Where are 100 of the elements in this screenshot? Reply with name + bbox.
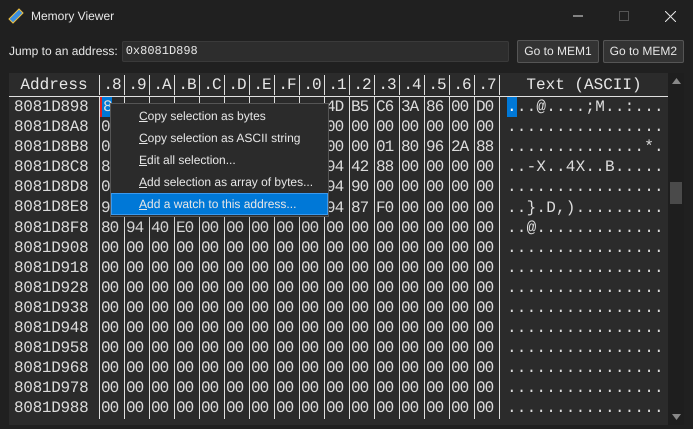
- hex-cell: 00: [275, 218, 294, 238]
- hex-cell: 00: [300, 338, 318, 358]
- hex-cell: 00: [225, 258, 244, 278]
- hex-cell: 00: [175, 338, 194, 358]
- hex-cell: 00: [100, 398, 118, 418]
- hex-cell: 00: [325, 358, 344, 378]
- hex-cell: 00: [350, 137, 368, 158]
- hex-cell: 00: [475, 378, 494, 398]
- ascii-text: ..}.D,).........: [507, 198, 664, 218]
- hex-cell: 00: [200, 278, 218, 298]
- hex-cell: 00: [175, 398, 194, 418]
- column-header: .F: [275, 74, 300, 94]
- menu-item[interactable]: Add a watch to this address...: [111, 193, 328, 215]
- address-field[interactable]: 0x8081D898: [122, 40, 510, 62]
- hex-cell: 00: [425, 177, 444, 198]
- hex-cell: 00: [200, 258, 218, 278]
- column-header: Address: [9, 74, 100, 94]
- hex-cell: 00: [250, 378, 268, 398]
- hex-cell: 00: [475, 298, 494, 318]
- ascii-text: ................: [507, 298, 664, 318]
- scroll-up-icon[interactable]: [672, 78, 680, 84]
- ascii-text: ................: [507, 398, 664, 418]
- hex-cell: 00: [475, 398, 494, 418]
- hex-cell: 00: [175, 298, 194, 318]
- column-header: .A: [150, 74, 175, 94]
- menu-item[interactable]: Copy selection as bytes: [111, 105, 328, 127]
- hex-cell: 00: [400, 258, 418, 278]
- scroll-down-icon[interactable]: [672, 414, 680, 420]
- hex-cell: 00: [275, 378, 294, 398]
- ascii-text: ................: [507, 177, 664, 198]
- hex-cell: 00: [450, 398, 468, 418]
- hex-cell: 00: [200, 378, 218, 398]
- hex-cell: 00: [425, 258, 444, 278]
- hex-cell: 87: [350, 198, 368, 218]
- hex-cell: 00: [475, 358, 494, 378]
- hex-cell: 00: [400, 157, 418, 178]
- address-cell: 8081D938: [9, 298, 100, 318]
- hex-cell: 00: [175, 278, 194, 298]
- hex-cell: 00: [275, 358, 294, 378]
- hex-cell: 00: [450, 238, 468, 258]
- hex-cell: 00: [450, 338, 468, 358]
- hex-cell: 00: [425, 157, 444, 178]
- hex-cell: 00: [325, 298, 344, 318]
- jump-label: Jump to an address:: [9, 43, 118, 60]
- hex-cell: 00: [300, 218, 318, 238]
- hex-cell: 00: [375, 278, 394, 298]
- hex-cell: 00: [350, 378, 368, 398]
- hex-cell: 01: [375, 137, 394, 158]
- hex-cell: 00: [300, 278, 318, 298]
- hex-cell: 00: [400, 338, 418, 358]
- hex-cell: 00: [150, 358, 168, 378]
- ascii-cursor: .: [507, 97, 517, 118]
- hex-cell: 00: [100, 378, 118, 398]
- hex-cell: 80: [400, 137, 418, 158]
- address-cell: 8081D8D8: [9, 177, 100, 198]
- app-icon: [8, 8, 24, 24]
- hex-cell: 00: [450, 258, 468, 278]
- hex-cell: 00: [350, 278, 368, 298]
- address-cell: 8081D928: [9, 278, 100, 298]
- column-header: Text (ASCII): [525, 74, 643, 94]
- hex-cell: 00: [125, 318, 144, 338]
- hex-cell: 00: [175, 318, 194, 338]
- column-header: .8: [100, 74, 125, 94]
- hex-cell: 00: [275, 298, 294, 318]
- hex-cell: 00: [250, 358, 268, 378]
- ascii-text: ..@....;M..:...: [516, 97, 664, 118]
- menu-item[interactable]: Add selection as array of bytes...: [111, 171, 328, 193]
- menu-item[interactable]: Copy selection as ASCII string: [111, 127, 328, 149]
- hex-cell: 0: [100, 177, 110, 198]
- hex-cell: 00: [275, 258, 294, 278]
- hex-cell: 00: [250, 218, 268, 238]
- hex-cell: 00: [350, 398, 368, 418]
- hex-cell: 00: [150, 278, 168, 298]
- column-header: .5: [425, 74, 450, 94]
- hex-cell: 00: [350, 218, 368, 238]
- hex-cell: 00: [400, 177, 418, 198]
- hex-cell: 00: [400, 238, 418, 258]
- hex-cell: 00: [425, 278, 444, 298]
- hex-cell: 00: [350, 298, 368, 318]
- go-to-button[interactable]: Go to MEM2: [602, 40, 684, 62]
- hex-cell: 00: [475, 157, 494, 178]
- hex-cell: 00: [400, 398, 418, 418]
- hex-cell: 86: [425, 97, 444, 118]
- hex-cell: 00: [100, 278, 118, 298]
- hex-cell: 00: [325, 338, 344, 358]
- hex-cell: 00: [450, 97, 468, 118]
- column-header: .0: [300, 74, 325, 94]
- menu-item[interactable]: Edit all selection...: [111, 149, 328, 171]
- scrollbar-thumb[interactable]: [670, 182, 682, 204]
- go-to-button[interactable]: Go to MEM1: [517, 40, 599, 62]
- hex-cell: B5: [350, 97, 368, 118]
- hex-cell: 00: [125, 278, 144, 298]
- hex-cell: 00: [250, 258, 268, 278]
- hex-cell: 00: [400, 358, 418, 378]
- hex-cell: 00: [225, 218, 244, 238]
- hex-cell: 00: [200, 298, 218, 318]
- hex-cell: 00: [175, 238, 194, 258]
- address-cell: 8081D8C8: [9, 157, 100, 178]
- hex-cell: 00: [325, 238, 344, 258]
- hex-cell: 00: [300, 358, 318, 378]
